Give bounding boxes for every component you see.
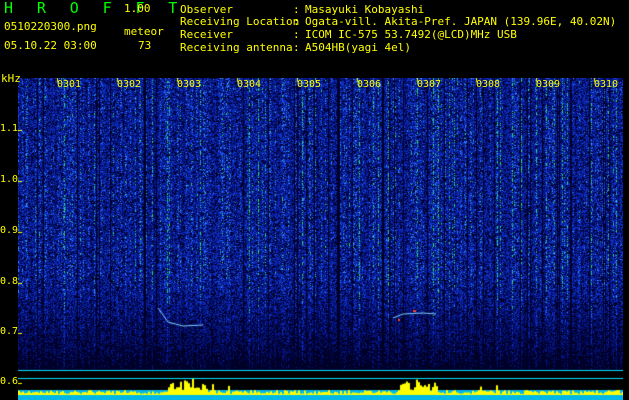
y-tick-label: 0.7 <box>0 326 19 337</box>
antenna-value: A504HB(yagi 4el) <box>305 41 411 54</box>
receiver-colon: : <box>293 28 300 41</box>
x-tick-label: 0306 <box>357 79 382 90</box>
x-tick-label: 0303 <box>177 79 202 90</box>
x-tick-label: 0301 <box>57 79 82 90</box>
y-axis-unit: kHz <box>1 72 21 85</box>
location-value: Ogata-vill. Akita-Pref. JAPAN (139.96E, … <box>305 15 617 28</box>
antenna-colon: : <box>293 41 300 54</box>
app-title: H R O F F T <box>4 0 185 17</box>
x-tick-label: 0310 <box>594 79 619 90</box>
receiver-label: Receiver <box>180 28 233 41</box>
x-tick-label: 0302 <box>117 79 142 90</box>
y-tick-label: 1.1 <box>0 123 19 134</box>
app-version: 1.00 <box>124 2 151 15</box>
hroft-window: H R O F F T 1.00 0510220300.png 05.10.22… <box>0 0 629 400</box>
capture-datetime: 05.10.22 03:00 <box>4 39 97 52</box>
spectrogram-canvas <box>18 78 623 400</box>
meteor-label: meteor <box>124 25 164 38</box>
x-tick-label: 0309 <box>536 79 561 90</box>
image-filename: 0510220300.png <box>4 20 97 33</box>
receiver-value: ICOM IC-575 53.7492(@LCD)MHz USB <box>305 28 517 41</box>
meteor-count: 73 <box>138 39 152 52</box>
location-label: Receiving Location <box>180 15 300 28</box>
y-tick-label: 0.9 <box>0 225 19 236</box>
observer-label: Observer <box>180 3 233 16</box>
y-tick-label: 1.0 <box>0 174 19 185</box>
observer-colon: : <box>293 3 300 16</box>
antenna-label: Receiving antenna <box>180 41 293 54</box>
location-colon: : <box>293 15 300 28</box>
x-tick-label: 0305 <box>297 79 322 90</box>
y-tick-label: 0.6 <box>0 376 19 387</box>
y-tick-label: 0.8 <box>0 276 19 287</box>
x-tick-label: 0304 <box>237 79 262 90</box>
x-tick-label: 0307 <box>417 79 442 90</box>
observer-value: Masayuki Kobayashi <box>305 3 425 16</box>
x-tick-label: 0308 <box>476 79 501 90</box>
